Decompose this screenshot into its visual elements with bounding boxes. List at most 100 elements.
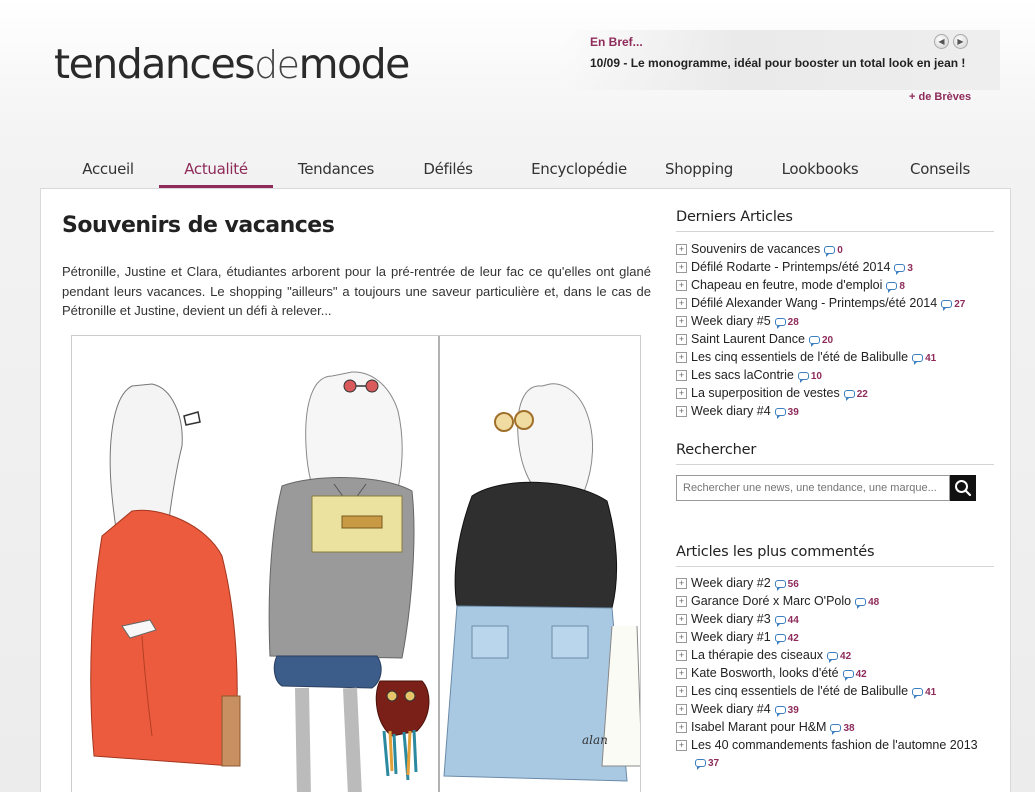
article-link[interactable]: Week diary #2 (691, 576, 771, 590)
comment-count[interactable]: 56 (774, 576, 799, 593)
article-link[interactable]: Week diary #4 (691, 404, 771, 418)
article-link[interactable]: Week diary #1 (691, 630, 771, 644)
article-illustration[interactable]: alan (71, 335, 641, 792)
nav-encyclopedie[interactable]: Encyclopédie (514, 155, 644, 188)
comment-count[interactable]: 38 (830, 720, 855, 737)
comment-count[interactable]: 39 (774, 702, 799, 719)
comment-bubble-icon (774, 318, 786, 329)
comment-count[interactable]: 42 (842, 666, 867, 683)
article-link[interactable]: Les 40 commandements fashion de l'automn… (691, 738, 978, 752)
article-link[interactable]: Chapeau en feutre, mode d'emploi (691, 278, 882, 292)
search-input[interactable] (676, 475, 950, 501)
article-link[interactable]: Les sacs laContrie (691, 368, 794, 382)
article-link[interactable]: Week diary #4 (691, 702, 771, 716)
comment-count[interactable]: 22 (843, 386, 868, 403)
comment-count-value: 8 (899, 281, 905, 292)
arrow-left-icon[interactable]: ◀ (934, 34, 949, 49)
list-item: Défilé Alexander Wang - Printemps/été 20… (676, 295, 1006, 313)
comment-count-value: 10 (810, 371, 822, 382)
article-link[interactable]: La thérapie des ciseaux (691, 648, 823, 662)
article-link[interactable]: Isabel Marant pour H&M (691, 720, 826, 734)
list-item: Week diary #4 39 (676, 403, 1006, 421)
comment-count[interactable]: 39 (774, 404, 799, 421)
comment-count-value: 42 (855, 669, 867, 680)
article-link[interactable]: La superposition de vestes (691, 386, 840, 400)
latest-articles-list: Souvenirs de vacances 0 Défilé Rodarte - … (676, 241, 1006, 421)
comment-count-value: 44 (787, 615, 799, 626)
nav-accueil[interactable]: Accueil (66, 155, 150, 188)
comment-count[interactable]: 44 (774, 612, 799, 629)
nav-tendances[interactable]: Tendances (286, 155, 386, 188)
comment-count[interactable]: 41 (912, 684, 936, 701)
comment-count-value: 39 (787, 705, 799, 716)
comment-count[interactable]: 3 (894, 260, 913, 277)
comment-count-value: 0 (837, 245, 843, 256)
search-button[interactable] (950, 475, 976, 501)
list-item: Chapeau en feutre, mode d'emploi 8 (676, 277, 1006, 295)
article-link[interactable]: Les cinq essentiels de l'été de Balibull… (691, 684, 908, 698)
article-link[interactable]: Week diary #5 (691, 314, 771, 328)
comment-count[interactable]: 20 (808, 332, 833, 349)
comment-bubble-icon (843, 390, 855, 401)
comment-count[interactable]: 10 (797, 368, 822, 385)
comment-count-value: 41 (925, 687, 937, 698)
article-link[interactable]: Défilé Rodarte - Printemps/été 2014 (691, 260, 890, 274)
article-link[interactable]: Garance Doré x Marc O'Polo (691, 594, 851, 608)
search-title: Rechercher (676, 442, 994, 465)
comment-count-value: 27 (954, 299, 966, 310)
nav-defiles[interactable]: Défilés (408, 155, 488, 188)
most-commented-list: Week diary #2 56 Garance Doré x Marc O'Po… (676, 575, 998, 772)
article-link[interactable]: Souvenirs de vacances (691, 242, 820, 256)
comment-count[interactable]: 48 (855, 594, 879, 611)
nav-conseils[interactable]: Conseils (900, 155, 980, 188)
comment-count[interactable]: 42 (774, 630, 799, 647)
comment-count[interactable]: 28 (774, 314, 799, 331)
news-brief-ticker: En Bref... ◀ ▶ 10/09 - Le monogramme, id… (562, 30, 1000, 90)
article-intro: Pétronille, Justine et Clara, étudiantes… (62, 264, 651, 318)
comment-bubble-icon (808, 336, 820, 347)
comment-count[interactable]: 42 (827, 648, 851, 665)
most-commented-title: Articles les plus commentés (676, 544, 994, 567)
comment-bubble-icon (774, 580, 786, 591)
site-logo[interactable]: tendancesdemode (54, 43, 410, 87)
comment-count[interactable]: 41 (912, 350, 936, 367)
article-link[interactable]: Les cinq essentiels de l'été de Balibull… (691, 350, 908, 364)
comment-count-value: 42 (840, 651, 852, 662)
comment-count[interactable]: 0 (824, 242, 843, 259)
logo-de: de (254, 43, 300, 87)
list-item: Souvenirs de vacances 0 (676, 241, 1006, 259)
list-item: Week diary #3 44 (676, 611, 998, 629)
comment-bubble-icon (894, 264, 906, 275)
list-item: Week diary #4 39 (676, 701, 998, 719)
comment-count[interactable]: 27 (941, 296, 965, 313)
list-item: Les sacs laContrie 10 (676, 367, 1006, 385)
article-link[interactable]: Week diary #3 (691, 612, 771, 626)
nav-shopping[interactable]: Shopping (654, 155, 744, 188)
comment-bubble-icon (941, 300, 953, 311)
comment-bubble-icon (912, 354, 924, 365)
brief-headline-link[interactable]: 10/09 - Le monogramme, idéal pour booste… (590, 56, 965, 70)
article-link[interactable]: Défilé Alexander Wang - Printemps/été 20… (691, 296, 937, 310)
comment-bubble-icon (797, 372, 809, 383)
article-link[interactable]: Saint Laurent Dance (691, 332, 805, 346)
latest-articles-title: Derniers Articles (676, 209, 994, 232)
search-icon (955, 480, 972, 497)
list-item: Week diary #2 56 (676, 575, 998, 593)
main-nav: Accueil Actualité Tendances Défilés Ency… (40, 155, 1011, 188)
list-item: Défilé Rodarte - Printemps/été 2014 3 (676, 259, 1006, 277)
comment-bubble-icon (695, 759, 706, 770)
nav-actualite[interactable]: Actualité (159, 155, 273, 188)
arrow-right-icon[interactable]: ▶ (953, 34, 968, 49)
article-link[interactable]: Kate Bosworth, looks d'été (691, 666, 839, 680)
comment-bubble-icon (774, 408, 786, 419)
comment-bubble-icon (855, 598, 867, 609)
comment-count-value: 48 (868, 597, 880, 608)
comment-bubble-icon (886, 282, 898, 293)
list-item: Les 40 commandements fashion de l'automn… (676, 737, 998, 772)
list-item: Kate Bosworth, looks d'été 42 (676, 665, 998, 683)
more-briefs-link[interactable]: + de Brèves (909, 91, 971, 103)
comment-count[interactable]: 8 (886, 278, 905, 295)
comment-count[interactable]: 37 (695, 755, 719, 772)
list-item: Saint Laurent Dance 20 (676, 331, 1006, 349)
nav-lookbooks[interactable]: Lookbooks (770, 155, 870, 188)
